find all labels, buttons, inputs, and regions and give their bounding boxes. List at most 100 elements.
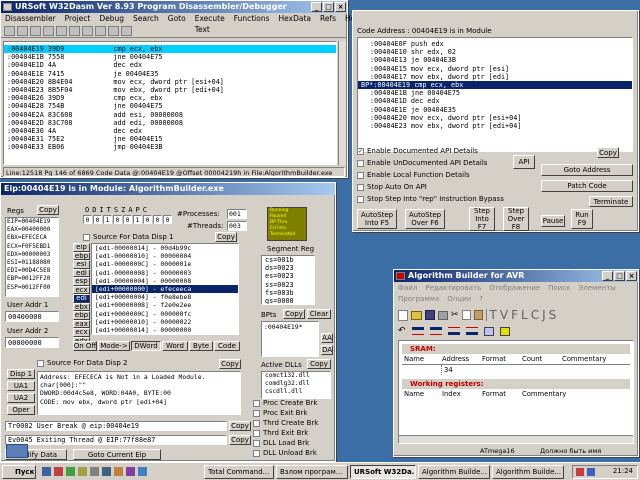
reg-button-ebp[interactable]: ebp	[73, 251, 90, 260]
flag-value[interactable]: 0	[83, 215, 92, 224]
data-row[interactable]: [edi-0000000C] - 0000001e	[92, 260, 238, 268]
listing-line[interactable]: :00404E28 754B jne 00404E75	[4, 102, 336, 110]
reg-button-esp[interactable]: esp	[73, 277, 90, 286]
reg-button-edi-selected[interactable]: edi	[73, 294, 90, 303]
regs-copy-button[interactable]: Copy	[37, 205, 59, 215]
reg-button-esi[interactable]: esi	[73, 260, 90, 269]
toolbar-button[interactable]	[82, 26, 93, 36]
data-row[interactable]: [edi+00000014] - 00000000	[92, 326, 238, 334]
bpts-clear-button[interactable]: Clear	[307, 309, 331, 319]
toolbar-button[interactable]	[30, 26, 41, 36]
sram-cell[interactable]	[522, 365, 562, 375]
data-row[interactable]: [edi-00000010] - 00000004	[92, 252, 238, 260]
menu-debug[interactable]: Debug	[99, 13, 124, 24]
quick-launch-icon[interactable]	[42, 467, 51, 476]
checkbox-icon[interactable]: ✓	[357, 147, 364, 155]
code-tab[interactable]: Code	[214, 341, 240, 351]
quick-launch-icon[interactable]	[126, 467, 135, 476]
listing-line[interactable]: :00404E26 39D9 cmp ecx, ebx	[4, 94, 336, 102]
reg-button-eax[interactable]: eax	[73, 319, 90, 328]
menu-search[interactable]: Search	[133, 13, 159, 24]
toolbar-button[interactable]	[121, 26, 132, 36]
flag-value[interactable]: 0	[163, 215, 172, 224]
source-data-list[interactable]: [edi-00000014] - 00d4b99c [edi-00000010]…	[91, 243, 239, 335]
thrd-exit-brk[interactable]: Thrd Exit Brk	[253, 429, 308, 437]
menu-disassembler[interactable]: Disassembler	[5, 13, 56, 24]
quick-launch-icon[interactable]	[114, 467, 123, 476]
quick-launch-icon[interactable]	[138, 467, 147, 476]
sram-cell[interactable]	[402, 365, 442, 375]
copy-icon[interactable]	[461, 310, 471, 320]
pause-button[interactable]: Pause	[541, 215, 565, 227]
source-copy-button[interactable]: Copy	[215, 232, 237, 242]
data-row-selected[interactable]: [edi+00000000] - efeceeca	[92, 284, 238, 294]
data-row[interactable]: [edi-00000014] - 00d4b99c	[92, 244, 238, 252]
data-row[interactable]: [edi+0000000C] - 000000fc	[92, 310, 238, 318]
reg-button-eip[interactable]: eip	[73, 243, 90, 252]
flag-value[interactable]: 0	[113, 215, 122, 224]
flag-value[interactable]: 0	[93, 215, 102, 224]
proc-exit-brk[interactable]: Proc Exit Brk	[253, 409, 307, 417]
menu-elements[interactable]: Элементы	[578, 283, 615, 294]
proc-create-brk[interactable]: Proc Create Brk	[253, 399, 317, 407]
toolbar-button[interactable]	[43, 26, 54, 36]
sram-row[interactable]: 34	[402, 365, 630, 375]
reg-button-ecx[interactable]: ecx	[73, 285, 90, 294]
listing-line[interactable]: :00404E1E 7415 je 00404E35	[4, 70, 336, 78]
module-line[interactable]: :00404E20 mov ecx, dword ptr [esi+04]	[358, 114, 632, 122]
reg-button-ebx[interactable]: ebx	[73, 302, 90, 311]
open-icon[interactable]	[411, 310, 422, 320]
data-row[interactable]: [edi-00000004] - 00000008	[92, 277, 238, 285]
minimize-icon[interactable]: _	[602, 271, 613, 281]
menu-view[interactable]: Отображение	[489, 283, 540, 294]
module-copy-button[interactable]: Copy	[597, 147, 619, 158]
opt-stop-auto-api[interactable]: Stop Auto On API	[357, 183, 427, 191]
listing-line[interactable]: :00404E1B 7558 jne 00404E75	[4, 53, 336, 61]
close-icon[interactable]: ×	[626, 271, 637, 281]
user-addr2-field[interactable]: 00000000	[5, 337, 59, 348]
print-icon[interactable]	[438, 310, 448, 320]
breakpoint-item[interactable]: :00404E19*	[264, 323, 302, 331]
module-line[interactable]: :00404E13 je 00404E3B	[358, 56, 632, 64]
disassembly-listing[interactable]: :00404E19 39D9 cmp ecx, ebx :00404E1B 75…	[3, 41, 337, 165]
flag-value[interactable]: 0	[123, 215, 132, 224]
menu-search[interactable]: Поиск	[548, 283, 570, 294]
module-line[interactable]: :00404E17 mov ebx, dword ptr [edi]	[358, 73, 632, 81]
toolbar-button[interactable]	[69, 26, 80, 36]
menu-goto[interactable]: Goto	[168, 13, 186, 24]
checkbox-icon[interactable]	[253, 399, 260, 407]
checkbox-icon[interactable]	[357, 159, 364, 167]
opt-stop-rep[interactable]: Stop Step Into "rep" Instruction Bypass	[357, 195, 504, 203]
listing-line[interactable]: :00404E2D 83C708 add edi, 00000008	[4, 119, 336, 127]
quick-launch-icon[interactable]	[66, 467, 75, 476]
data-row[interactable]: [edi+00000004] - f0e8ebe8	[92, 293, 238, 301]
dll-load-brk[interactable]: DLL Load Brk	[253, 439, 309, 447]
reg-button-ebp2[interactable]: ebp	[73, 311, 90, 320]
listing-line[interactable]: :00404E2A 83C608 add esi, 00000008	[4, 111, 336, 119]
checkbox-icon[interactable]	[253, 429, 260, 437]
module-line[interactable]: :00404E10 shr edx, 02	[358, 48, 632, 56]
break1-copy-button[interactable]: Copy	[229, 421, 251, 431]
sram-cell[interactable]: 34	[442, 365, 482, 375]
autostep-into-button[interactable]: AutoStep Into F5	[357, 209, 397, 229]
toolbar-button[interactable]	[95, 26, 106, 36]
quick-launch-icon[interactable]	[54, 467, 63, 476]
disp2-copy-button[interactable]: Copy	[219, 359, 241, 369]
checkbox-icon[interactable]	[83, 233, 90, 241]
minimize-icon[interactable]: _	[311, 2, 322, 12]
checkbox-icon[interactable]	[253, 439, 260, 447]
terminate-button[interactable]: Terminate	[589, 196, 633, 207]
toolbar-button[interactable]	[56, 26, 67, 36]
letter-s-button[interactable]: S	[549, 308, 557, 322]
oper-button[interactable]: Oper	[7, 405, 35, 415]
work-scrollbar[interactable]	[399, 435, 633, 443]
module-listing[interactable]: :00404E0F push edx :00404E10 shr edx, 02…	[357, 37, 633, 152]
dll-unload-brk[interactable]: DLL Unload Brk	[253, 449, 317, 457]
module-line[interactable]: :00404E23 mov ebx, dword ptr [edi+04]	[358, 122, 632, 130]
flag-value[interactable]: 0	[143, 215, 152, 224]
listing-line[interactable]: :00404E33 EB06 jmp 00404E3B	[4, 143, 336, 151]
dll-list[interactable]: comct132.dll comdlg32.dll cscdll.dll	[261, 371, 331, 399]
sram-cell[interactable]	[562, 365, 622, 375]
module-line[interactable]: :00404E1B jne 00404E75	[358, 89, 632, 97]
run-button[interactable]: Run F9	[571, 209, 593, 229]
